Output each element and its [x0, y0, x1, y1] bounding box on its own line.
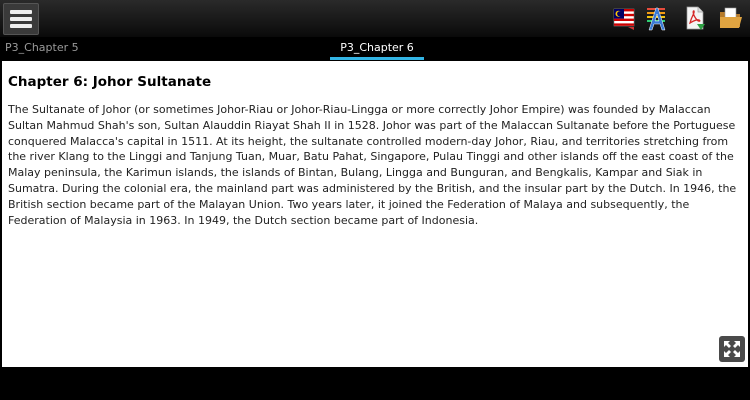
pdf-export-icon[interactable]	[682, 5, 708, 31]
tab-previous-chapter[interactable]: P3_Chapter 5	[5, 41, 79, 54]
active-tab-indicator	[330, 57, 424, 60]
open-folder-icon[interactable]	[718, 5, 744, 31]
chapter-content[interactable]: Chapter 6: Johor Sultanate The Sultanate…	[2, 61, 748, 367]
chapter-title: Chapter 6: Johor Sultanate	[8, 74, 212, 90]
flag-translate-icon[interactable]	[612, 5, 638, 31]
tab-current-chapter[interactable]: P3_Chapter 6	[330, 41, 424, 54]
top-toolbar	[0, 0, 750, 37]
chapter-body-text: The Sultanate of Johor (or sometimes Joh…	[8, 103, 737, 227]
fullscreen-expand-icon[interactable]	[719, 336, 745, 362]
hamburger-menu-icon[interactable]	[3, 3, 39, 35]
font-size-icon[interactable]	[644, 5, 670, 31]
chapter-tab-bar: P3_Chapter 5 P3_Chapter 6	[0, 37, 750, 61]
bottom-bar	[0, 367, 750, 400]
